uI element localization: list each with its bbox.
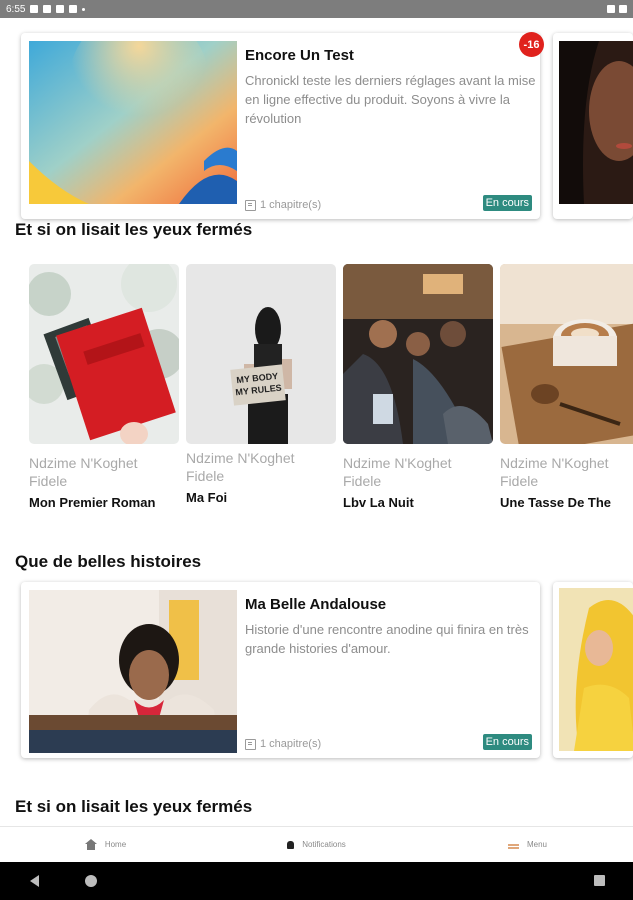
clock: 6:55 — [6, 3, 26, 15]
gallery-icon — [43, 5, 52, 13]
story-cover-image — [29, 590, 237, 753]
next-story-card[interactable] — [553, 582, 633, 758]
file-icon — [69, 5, 78, 13]
book-title: Mon Premier Roman — [29, 495, 156, 510]
recents-icon[interactable] — [594, 875, 605, 886]
system-navigation-bar — [0, 862, 633, 900]
book-icon — [245, 738, 256, 750]
bottom-navigation: Home Notifications Menu — [0, 826, 633, 862]
book-author: Ndzime N'Koghet Fidele — [186, 450, 295, 484]
battery-icon — [619, 5, 627, 13]
story-cover-image — [559, 588, 633, 751]
section-title: Et si on lisait les yeux fermés — [15, 797, 253, 816]
location-icon — [30, 5, 39, 13]
google-icon — [56, 5, 65, 13]
section-title: Et si on lisait les yeux fermés — [15, 220, 253, 239]
book-icon — [245, 199, 256, 211]
wifi-icon — [607, 5, 615, 13]
story-title: Ma Belle Andalouse — [245, 596, 387, 613]
book-title: Ma Foi — [186, 490, 228, 505]
book-title: Lbv La Nuit — [343, 495, 414, 510]
more-dot-icon — [82, 7, 86, 11]
next-story-card[interactable] — [553, 33, 633, 219]
chapter-count: 1 chapitre(s) — [245, 738, 321, 750]
nav-home[interactable]: Home — [0, 827, 211, 862]
story-description: Historie d'une rencontre anodine qui fin… — [245, 622, 529, 656]
story-description: Chronickl teste les derniers réglages av… — [245, 73, 536, 126]
book-card[interactable]: Ndzime N'Koghet Fidele Une Tasse De The — [500, 264, 633, 513]
book-author: Ndzime N'Koghet Fidele — [343, 455, 452, 489]
menu-icon — [507, 843, 519, 846]
book-cover-image — [343, 264, 493, 444]
story-cover-image — [559, 41, 633, 204]
discount-badge: -16 — [519, 32, 544, 57]
featured-story-card[interactable]: Ma Belle Andalouse Historie d'une rencon… — [21, 582, 540, 758]
book-author: Ndzime N'Koghet Fidele — [500, 455, 609, 489]
book-author: Ndzime N'Koghet Fidele — [29, 455, 138, 489]
nav-menu[interactable]: Menu — [422, 827, 633, 862]
nav-notifications[interactable]: Notifications — [211, 827, 422, 862]
book-card[interactable]: MY BODY MY RULES Ndzime N'Koghet Fidele … — [186, 264, 336, 508]
book-cover-image — [500, 264, 633, 456]
chapter-count: 1 chapitre(s) — [245, 199, 321, 211]
book-card[interactable]: Ndzime N'Koghet Fidele Lbv La Nuit — [343, 264, 493, 513]
back-icon[interactable] — [30, 875, 39, 887]
home-feed[interactable]: Encore Un Test Chronickl teste les derni… — [0, 18, 633, 826]
protest-sign: MY BODY MY RULES — [230, 364, 286, 406]
featured-story-card[interactable]: Encore Un Test Chronickl teste les derni… — [21, 33, 540, 219]
book-cover-image: MY BODY MY RULES — [186, 264, 336, 444]
home-icon — [84, 839, 97, 850]
story-cover-image — [29, 41, 237, 204]
status-badge: En cours — [482, 734, 532, 750]
section-title: Que de belles histoires — [15, 552, 202, 571]
status-bar: 6:55 — [0, 0, 633, 18]
book-card[interactable]: Ndzime N'Koghet Fidele Mon Premier Roman — [24, 256, 184, 513]
book-title: Une Tasse De The — [500, 495, 612, 510]
status-badge: En cours — [482, 195, 532, 211]
home-circle-icon[interactable] — [85, 875, 97, 887]
bell-icon — [287, 840, 295, 849]
story-title: Encore Un Test — [245, 47, 354, 64]
book-cover-image — [24, 256, 184, 446]
